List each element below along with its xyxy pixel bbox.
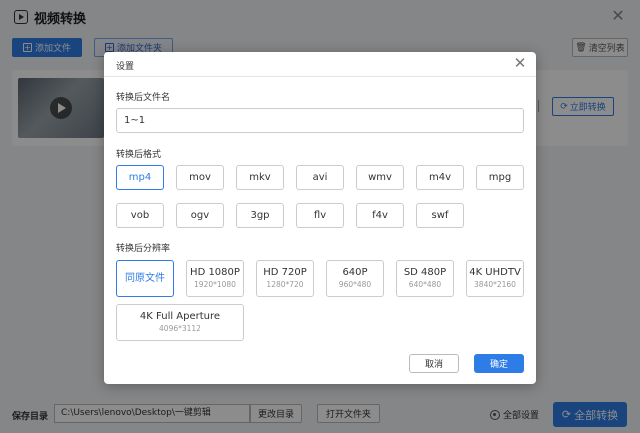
format-label: 转换后格式 xyxy=(116,150,162,160)
cancel-button[interactable]: 取消 xyxy=(409,354,459,373)
resolution-dim: 3840*2160 xyxy=(474,280,516,289)
dialog-close-icon[interactable]: ✕ xyxy=(512,55,528,71)
resolution-name: 640P xyxy=(342,267,368,278)
format-option-mpg[interactable]: mpg xyxy=(476,165,524,190)
format-option-ogv[interactable]: ogv xyxy=(176,203,224,228)
resolution-option-720p[interactable]: HD 720P 1280*720 xyxy=(256,260,314,297)
filename-label: 转换后文件名 xyxy=(116,93,171,103)
format-option-mov[interactable]: mov xyxy=(176,165,224,190)
format-option-flv[interactable]: flv xyxy=(296,203,344,228)
resolution-option-4k-uhdtv[interactable]: 4K UHDTV 3840*2160 xyxy=(466,260,524,297)
resolution-name: 同原文件 xyxy=(125,273,165,284)
resolution-dim: 4096*3112 xyxy=(159,324,201,333)
resolution-label: 转换后分辨率 xyxy=(116,244,171,254)
resolution-name: SD 480P xyxy=(403,267,447,278)
dialog-header: 设置 ✕ xyxy=(104,52,536,77)
filename-input[interactable] xyxy=(116,108,524,133)
resolution-dim: 960*480 xyxy=(338,280,372,289)
format-option-wmv[interactable]: wmv xyxy=(356,165,404,190)
format-option-swf[interactable]: swf xyxy=(416,203,464,228)
format-option-f4v[interactable]: f4v xyxy=(356,203,404,228)
confirm-button[interactable]: 确定 xyxy=(474,354,524,373)
format-option-avi[interactable]: avi xyxy=(296,165,344,190)
format-option-vob[interactable]: vob xyxy=(116,203,164,228)
resolution-name: 4K Full Aperture xyxy=(139,311,221,322)
resolution-dim: 1280*720 xyxy=(266,280,304,289)
resolution-name: HD 720P xyxy=(263,267,307,278)
format-option-3gp[interactable]: 3gp xyxy=(236,203,284,228)
dialog-title: 设置 xyxy=(116,62,135,72)
resolution-option-original[interactable]: 同原文件 xyxy=(116,260,174,297)
format-option-mp4[interactable]: mp4 xyxy=(116,165,164,190)
resolution-option-640p[interactable]: 640P 960*480 xyxy=(326,260,384,297)
resolution-option-1080p[interactable]: HD 1080P 1920*1080 xyxy=(186,260,244,297)
resolution-name: HD 1080P xyxy=(190,267,240,278)
resolution-option-480p[interactable]: SD 480P 640*480 xyxy=(396,260,454,297)
settings-dialog: 设置 ✕ 转换后文件名 转换后格式 mp4 mov mkv avi wmv m4… xyxy=(104,52,536,384)
resolution-option-4k-full-aperture[interactable]: 4K Full Aperture 4096*3112 xyxy=(116,304,244,341)
resolution-dim: 640*480 xyxy=(408,280,442,289)
resolution-name: 4K UHDTV xyxy=(469,267,521,278)
format-option-mkv[interactable]: mkv xyxy=(236,165,284,190)
format-option-m4v[interactable]: m4v xyxy=(416,165,464,190)
resolution-dim: 1920*1080 xyxy=(194,280,236,289)
